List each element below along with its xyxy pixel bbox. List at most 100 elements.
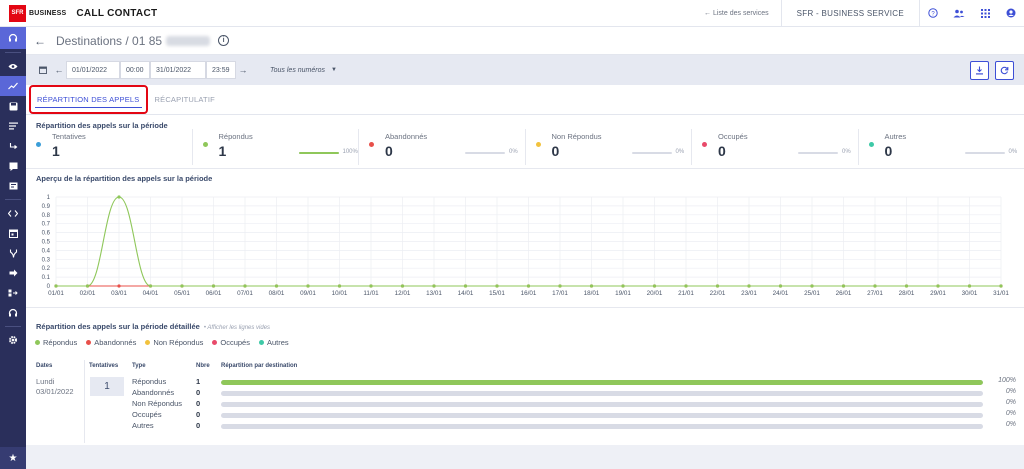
- sfr-business-logo[interactable]: SFR BUSINESS: [9, 4, 66, 22]
- data-point: [463, 284, 468, 288]
- count-value: 0: [196, 410, 201, 419]
- date-from-field[interactable]: 01/01/2022: [66, 61, 120, 79]
- legend-label: Abandonnés: [94, 338, 137, 347]
- x-tick-label: 29/01: [930, 290, 946, 297]
- y-tick-label: 0.3: [42, 257, 51, 263]
- y-tick-label: 1: [47, 195, 51, 201]
- header-type: Type: [132, 363, 146, 369]
- stat-progress-bar: [964, 152, 1005, 154]
- data-point: [117, 284, 121, 288]
- stat-progress-bar: [631, 152, 672, 154]
- x-tick-label: 31/01: [993, 290, 1009, 297]
- legend-item-autres[interactable]: Autres: [258, 338, 289, 347]
- stat-value: 0: [884, 143, 893, 159]
- services-list-link[interactable]: ← Liste des services: [692, 10, 781, 17]
- stat-label: Abandonnés: [385, 132, 428, 141]
- type-label: Occupés: [132, 410, 162, 419]
- tab-repartition[interactable]: RÉPARTITION DES APPELS: [29, 85, 148, 114]
- save-icon[interactable]: [0, 96, 26, 116]
- apps-grid-icon[interactable]: [972, 0, 998, 27]
- users-icon[interactable]: [946, 0, 972, 27]
- directory-icon[interactable]: [0, 176, 26, 196]
- header-dates: Dates: [36, 363, 53, 369]
- x-tick-label: 17/01: [552, 290, 568, 297]
- status-dot: [202, 142, 208, 147]
- status-dot: [702, 142, 707, 147]
- x-tick-label: 01/01: [48, 290, 64, 297]
- header-tentatives: Tentatives: [89, 363, 119, 369]
- stats-row: Tentatives 1 Répondus 1 100% Abandonnés …: [26, 129, 1024, 165]
- x-tick-label: 07/01: [237, 290, 253, 297]
- x-tick-label: 12/01: [395, 290, 411, 297]
- data-point: [117, 195, 121, 199]
- calendar-icon[interactable]: [0, 223, 26, 243]
- numbers-select[interactable]: Tous les numéros ▼: [270, 67, 337, 74]
- legend-item-abandonnes[interactable]: Abandonnés: [86, 338, 136, 347]
- redacted-number: [166, 36, 211, 47]
- x-tick-label: 27/01: [867, 290, 883, 297]
- help-icon[interactable]: ?: [920, 0, 946, 27]
- forward-arrow-icon[interactable]: [0, 263, 26, 283]
- routing-icon[interactable]: [0, 136, 26, 156]
- app-title: CALL CONTACT: [76, 7, 158, 19]
- day-label: Lundi: [36, 377, 55, 386]
- data-point: [904, 284, 909, 288]
- settings-gear-icon[interactable]: [0, 330, 26, 350]
- y-tick-label: 0.9: [42, 204, 51, 210]
- data-point: [747, 284, 751, 288]
- y-tick-label: 0.6: [42, 231, 51, 237]
- status-dot: [369, 142, 374, 147]
- x-tick-label: 10/01: [332, 290, 348, 297]
- legend-dot: [145, 340, 151, 345]
- x-tick-label: 03/01: [111, 290, 127, 297]
- stat-autres: Autres 0 0%: [859, 129, 1024, 165]
- distribution-bar: [221, 424, 983, 429]
- distribution-bar: [221, 380, 983, 385]
- statistics-chart-icon[interactable]: [0, 76, 26, 96]
- next-period-icon[interactable]: →: [236, 61, 250, 79]
- numbers-select-value: Tous les numéros: [270, 66, 325, 74]
- account-icon[interactable]: [998, 0, 1024, 27]
- agent-headset-icon[interactable]: [0, 303, 26, 323]
- stat-progress-bar: [798, 152, 838, 154]
- info-icon[interactable]: i: [218, 35, 230, 46]
- favorites-star-icon[interactable]: ★: [0, 447, 26, 469]
- tentatives-count: 1: [90, 377, 124, 396]
- supervision-eye-icon[interactable]: [0, 56, 26, 76]
- refresh-button[interactable]: [995, 60, 1014, 80]
- x-tick-label: 25/01: [804, 290, 820, 297]
- type-label: Abandonnés: [132, 388, 175, 397]
- stat-tentatives: Tentatives 1: [26, 129, 193, 165]
- breadcrumb-bar: ← Destinations / 01 85 i: [26, 27, 1024, 55]
- stat-percent: 100%: [342, 149, 358, 155]
- breadcrumb-text: Destinations / 01 85: [56, 33, 163, 48]
- code-icon[interactable]: [0, 203, 26, 223]
- organization-selector[interactable]: SFR - BUSINESS SERVICE: [782, 9, 919, 18]
- chevron-down-icon: ▼: [331, 67, 337, 73]
- tab-recapitulatif[interactable]: RÉCAPITULATIF: [151, 95, 219, 104]
- download-button[interactable]: [970, 60, 989, 80]
- x-tick-label: 13/01: [426, 290, 442, 297]
- y-tick-label: 0.5: [42, 240, 51, 246]
- y-tick-label: 0.8: [42, 213, 51, 219]
- headset-nav-icon[interactable]: [0, 27, 26, 49]
- branch-icon[interactable]: [0, 243, 26, 263]
- time-from-field[interactable]: 00:00: [120, 61, 150, 79]
- stat-value: 1: [52, 143, 60, 159]
- transfer-icon[interactable]: [0, 283, 26, 303]
- calendar-picker-icon[interactable]: [34, 61, 52, 79]
- distribution-bar: [221, 391, 983, 396]
- legend-item-repondus[interactable]: Répondus: [35, 338, 77, 347]
- messages-icon[interactable]: [0, 156, 26, 176]
- main-content: RÉPARTITION DES APPELS RÉCAPITULATIF Rép…: [26, 85, 1024, 445]
- time-to-field[interactable]: 23:59: [206, 61, 236, 79]
- legend-item-non-repondus[interactable]: Non Répondus: [145, 338, 203, 347]
- date-to-field[interactable]: 31/01/2022: [150, 61, 206, 79]
- show-empty-rows-link[interactable]: • Afficher les lignes vides: [204, 325, 270, 331]
- calls-chart: Aperçu de la répartition des appels sur …: [26, 168, 1024, 308]
- legend-item-occupes[interactable]: Occupés: [212, 338, 250, 347]
- data-point: [589, 284, 594, 288]
- filter-lines-icon[interactable]: [0, 116, 26, 136]
- back-arrow-icon[interactable]: ←: [34, 34, 46, 48]
- previous-period-icon[interactable]: ←: [52, 61, 66, 79]
